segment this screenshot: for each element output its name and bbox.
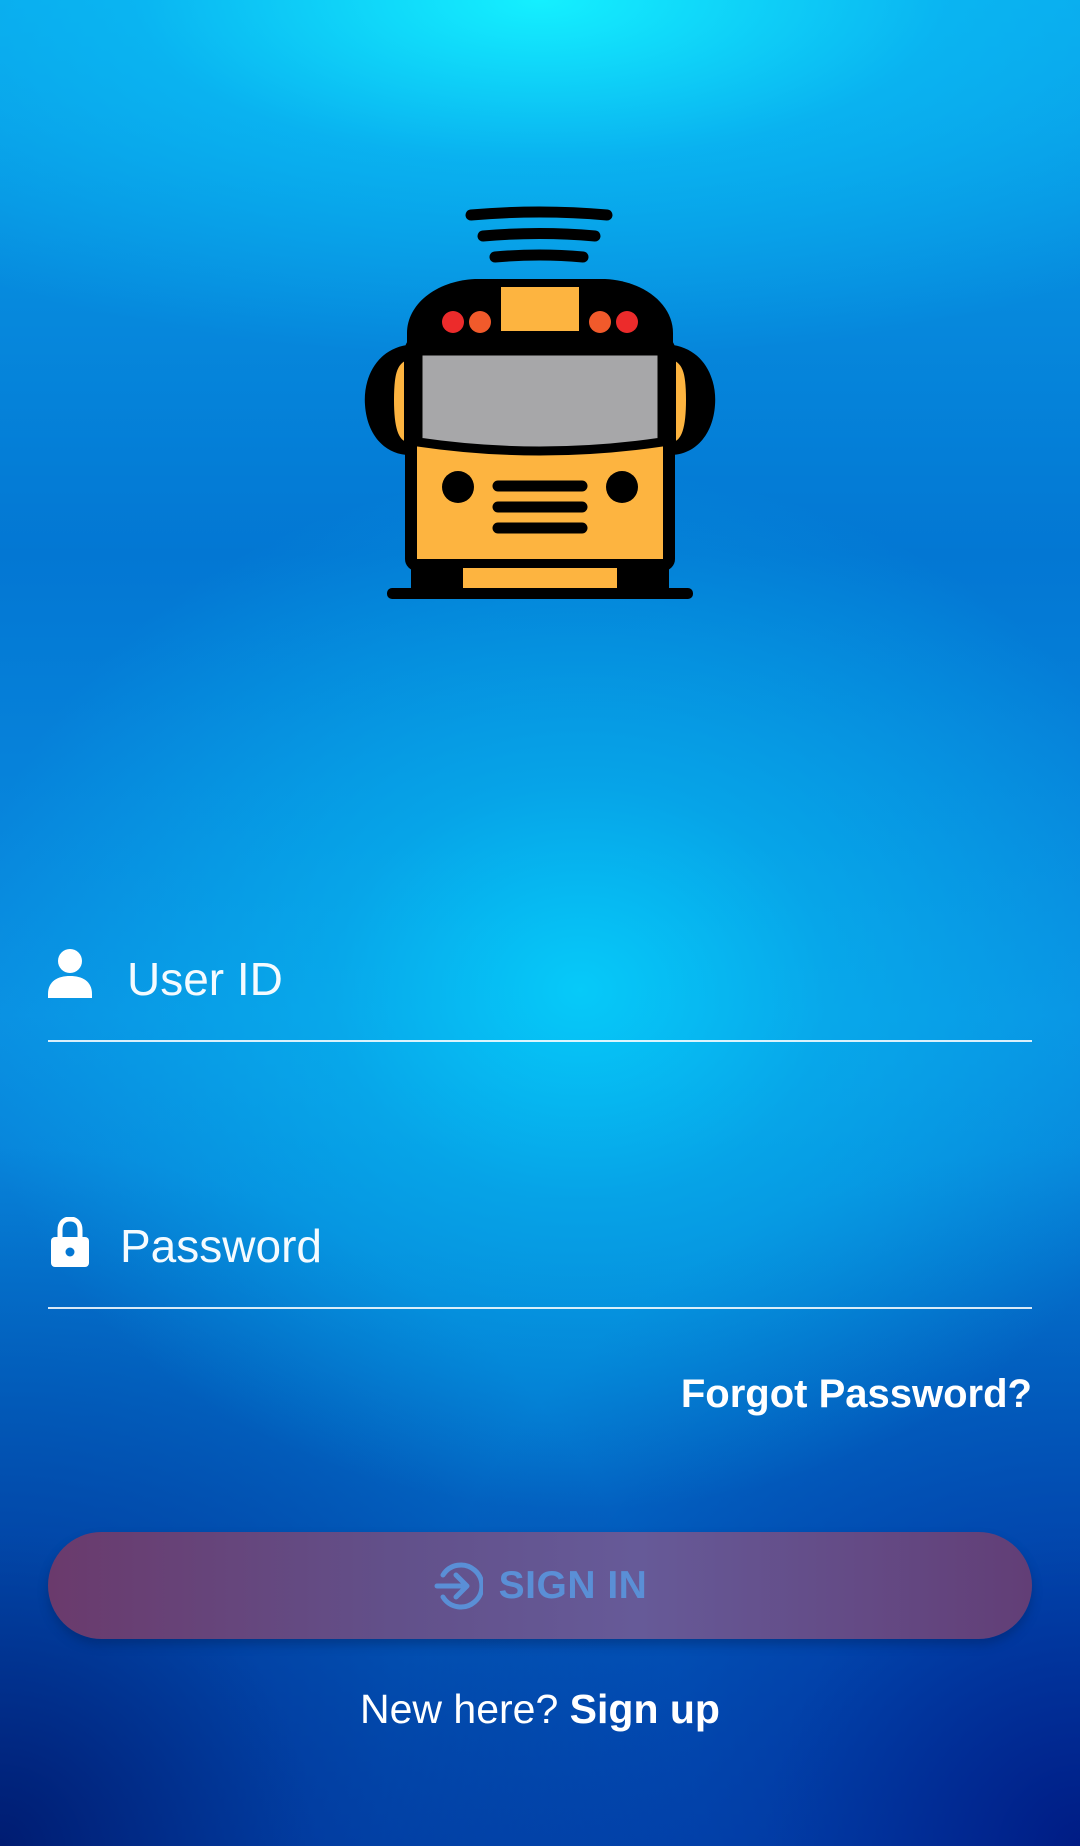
login-arrow-icon [434,1562,483,1609]
user-id-input[interactable] [127,944,1007,1014]
lock-icon [51,1217,89,1267]
forgot-password-link[interactable]: Forgot Password? [681,1372,1032,1417]
sign-up-link[interactable]: Sign up [570,1686,720,1732]
person-icon [48,949,92,998]
sign-in-button[interactable]: SIGN IN [48,1532,1032,1639]
user-id-field [48,940,1032,1042]
password-field [48,1207,1032,1309]
signup-prompt-text: New here? [360,1686,570,1732]
signup-prompt: New here? Sign up [0,1686,1080,1733]
sign-in-label: SIGN IN [498,1563,648,1607]
school-bus-logo-icon [364,206,716,599]
password-input[interactable] [120,1211,1000,1281]
